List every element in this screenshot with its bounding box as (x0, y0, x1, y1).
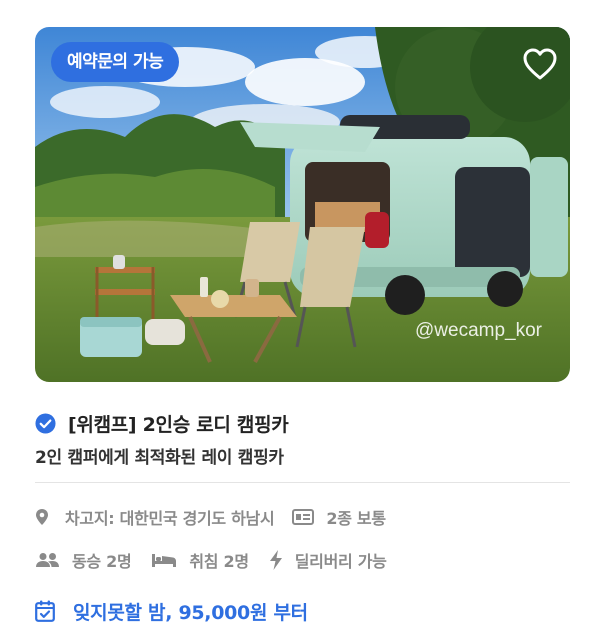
license-info: 2종 보통 (292, 505, 386, 529)
location-text: 차고지: 대한민국 경기도 하남시 (65, 509, 275, 528)
listing-title-row[interactable]: [위캠프] 2인승 로디 캠핑카 (35, 409, 289, 437)
id-card-icon (292, 509, 315, 525)
location-info: 차고지: 대한민국 경기도 하남시 (35, 505, 275, 529)
license-text: 2종 보통 (326, 509, 386, 528)
price-text: 잊지못할 밤, 95,000원 부터 (73, 601, 308, 624)
people-icon (36, 553, 59, 567)
passengers-text: 동승 2명 (72, 552, 132, 571)
listing-card[interactable]: 예약문의 가능 @wecamp_kor [위캠프] 2인승 로디 캠핑카 2인 … (0, 0, 589, 639)
heart-outline-icon (523, 48, 557, 80)
listing-photo[interactable]: 예약문의 가능 @wecamp_kor (35, 27, 570, 382)
info-row-capacity: 동승 2명 취침 2명 딜리버리 가능 (35, 547, 387, 573)
divider (35, 482, 570, 483)
sleeps-text: 취침 2명 (189, 552, 249, 571)
sleeps-info: 취침 2명 (151, 548, 249, 572)
info-row-location: 차고지: 대한민국 경기도 하남시 2종 보통 (35, 504, 386, 530)
map-pin-icon (36, 509, 48, 525)
availability-badge: 예약문의 가능 (51, 42, 180, 82)
calendar-check-icon (35, 600, 55, 622)
passengers-info: 동승 2명 (35, 548, 132, 572)
photo-watermark: @wecamp_kor (415, 320, 542, 341)
bed-icon (152, 554, 177, 567)
delivery-info: 딜리버리 가능 (269, 548, 387, 572)
price-row[interactable]: 잊지못할 밤, 95,000원 부터 (35, 597, 308, 625)
listing-title[interactable]: [위캠프] 2인승 로디 캠핑카 (68, 410, 289, 437)
listing-subtitle: 2인 캠퍼에게 최적화된 레이 캠핑카 (35, 448, 284, 468)
lightning-icon (269, 550, 282, 570)
check-circle-icon (35, 412, 56, 434)
favorite-button[interactable] (522, 47, 558, 81)
delivery-text: 딜리버리 가능 (294, 552, 387, 571)
